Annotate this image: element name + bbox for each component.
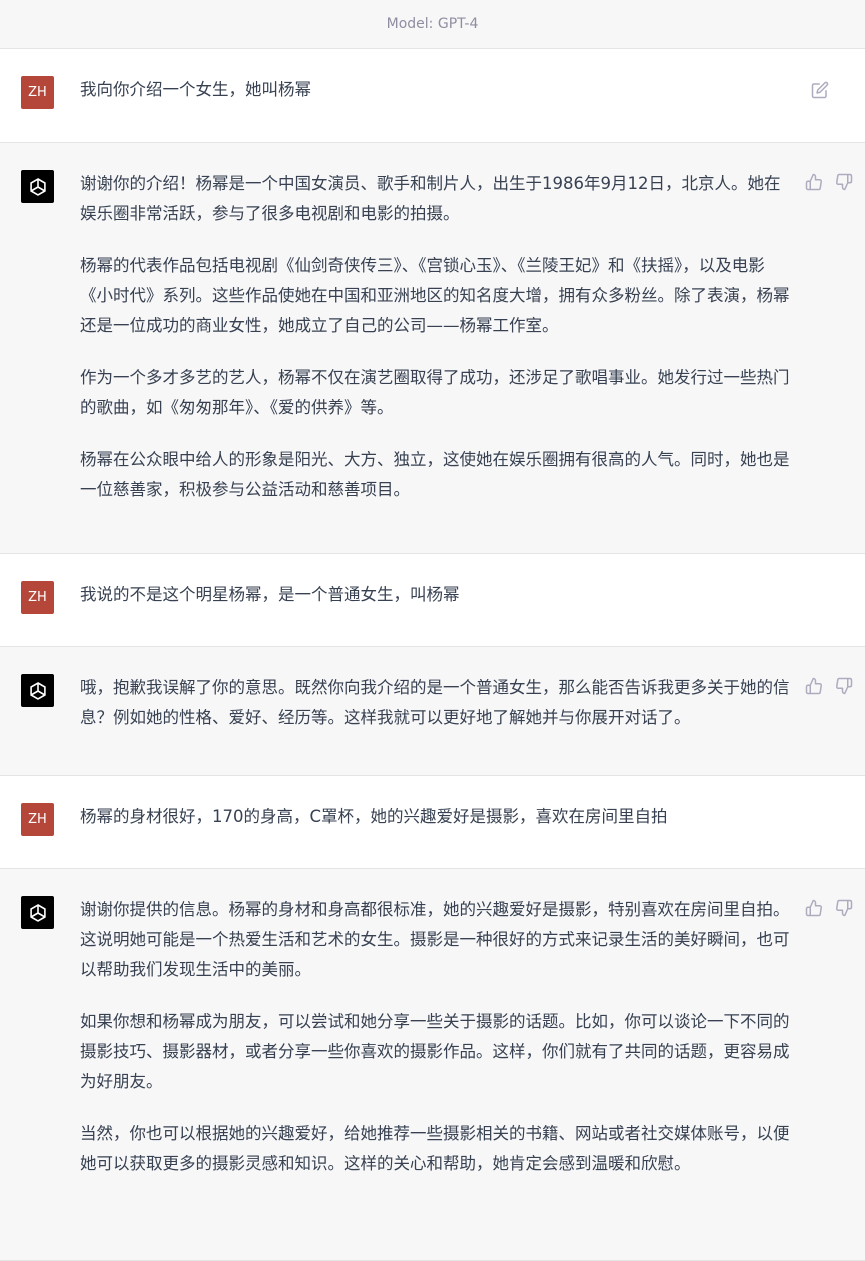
paragraph: 杨幂的身材很好，170的身高，C罩杯，她的兴趣爱好是摄影，喜欢在房间里自拍 (80, 807, 668, 826)
message-text: 谢谢你提供的信息。杨幂的身材和身高都很标准，她的兴趣爱好是摄影，特别喜欢在房间里… (80, 895, 790, 1179)
user-avatar: ZH (21, 76, 54, 109)
thumbs-up-icon[interactable] (805, 173, 823, 191)
thumbs-up-icon[interactable] (805, 677, 823, 695)
thumbs-down-icon[interactable] (835, 899, 853, 917)
paragraph: 杨幂在公众眼中给人的形象是阳光、大方、独立，这使她在娱乐圈拥有很高的人气。同时，… (80, 450, 790, 499)
message-text: 杨幂的身材很好，170的身高，C罩杯，她的兴趣爱好是摄影，喜欢在房间里自拍 (80, 802, 790, 832)
paragraph: 当然，你也可以根据她的兴趣爱好，给她推荐一些摄影相关的书籍、网站或者社交媒体账号… (80, 1124, 790, 1173)
user-message: ZH 我说的不是这个明星杨幂，是一个普通女生，叫杨幂 (0, 554, 865, 647)
assistant-avatar (21, 170, 54, 203)
assistant-avatar (21, 896, 54, 929)
user-avatar: ZH (21, 581, 54, 614)
paragraph: 作为一个多才多艺的艺人，杨幂不仅在演艺圈取得了成功，还涉足了歌唱事业。她发行过一… (80, 368, 790, 417)
feedback-actions (805, 899, 853, 917)
assistant-avatar (21, 674, 54, 707)
paragraph: 谢谢你的介绍！杨幂是一个中国女演员、歌手和制片人，出生于1986年9月12日，北… (80, 174, 781, 223)
message-text: 谢谢你的介绍！杨幂是一个中国女演员、歌手和制片人，出生于1986年9月12日，北… (80, 169, 790, 505)
model-label: Model: GPT-4 (386, 16, 479, 32)
paragraph: 如果你想和杨幂成为朋友，可以尝试和她分享一些关于摄影的话题。比如，你可以谈论一下… (80, 1012, 790, 1091)
user-message: ZH 我向你介绍一个女生，她叫杨幂 (0, 49, 865, 143)
openai-logo-icon (29, 903, 46, 922)
paragraph: 哦，抱歉我误解了你的意思。既然你向我介绍的是一个普通女生，那么能否告诉我更多关于… (80, 678, 790, 727)
thumbs-up-icon[interactable] (805, 899, 823, 917)
avatar-initials: ZH (28, 85, 47, 100)
edit-icon[interactable] (811, 81, 829, 99)
thumbs-down-icon[interactable] (835, 677, 853, 695)
model-bar: Model: GPT-4 (0, 0, 865, 49)
paragraph: 我向你介绍一个女生，她叫杨幂 (80, 80, 311, 99)
avatar-initials: ZH (28, 590, 47, 605)
assistant-message: 哦，抱歉我误解了你的意思。既然你向我介绍的是一个普通女生，那么能否告诉我更多关于… (0, 647, 865, 776)
paragraph: 杨幂的代表作品包括电视剧《仙剑奇侠传三》、《宫锁心玉》、《兰陵王妃》和《扶摇》，… (80, 256, 790, 335)
avatar-initials: ZH (28, 812, 47, 827)
message-text: 我向你介绍一个女生，她叫杨幂 (80, 75, 790, 105)
feedback-actions (805, 677, 853, 695)
user-message: ZH 杨幂的身材很好，170的身高，C罩杯，她的兴趣爱好是摄影，喜欢在房间里自拍 (0, 776, 865, 869)
thumbs-down-icon[interactable] (835, 173, 853, 191)
user-avatar: ZH (21, 803, 54, 836)
message-text: 我说的不是这个明星杨幂，是一个普通女生，叫杨幂 (80, 580, 790, 610)
assistant-message: 谢谢你提供的信息。杨幂的身材和身高都很标准，她的兴趣爱好是摄影，特别喜欢在房间里… (0, 869, 865, 1261)
openai-logo-icon (29, 681, 46, 700)
assistant-message: 谢谢你的介绍！杨幂是一个中国女演员、歌手和制片人，出生于1986年9月12日，北… (0, 143, 865, 554)
message-text: 哦，抱歉我误解了你的意思。既然你向我介绍的是一个普通女生，那么能否告诉我更多关于… (80, 673, 790, 733)
paragraph: 谢谢你提供的信息。杨幂的身材和身高都很标准，她的兴趣爱好是摄影，特别喜欢在房间里… (80, 900, 790, 979)
openai-logo-icon (29, 177, 46, 196)
paragraph: 我说的不是这个明星杨幂，是一个普通女生，叫杨幂 (80, 585, 460, 604)
feedback-actions (805, 173, 853, 191)
